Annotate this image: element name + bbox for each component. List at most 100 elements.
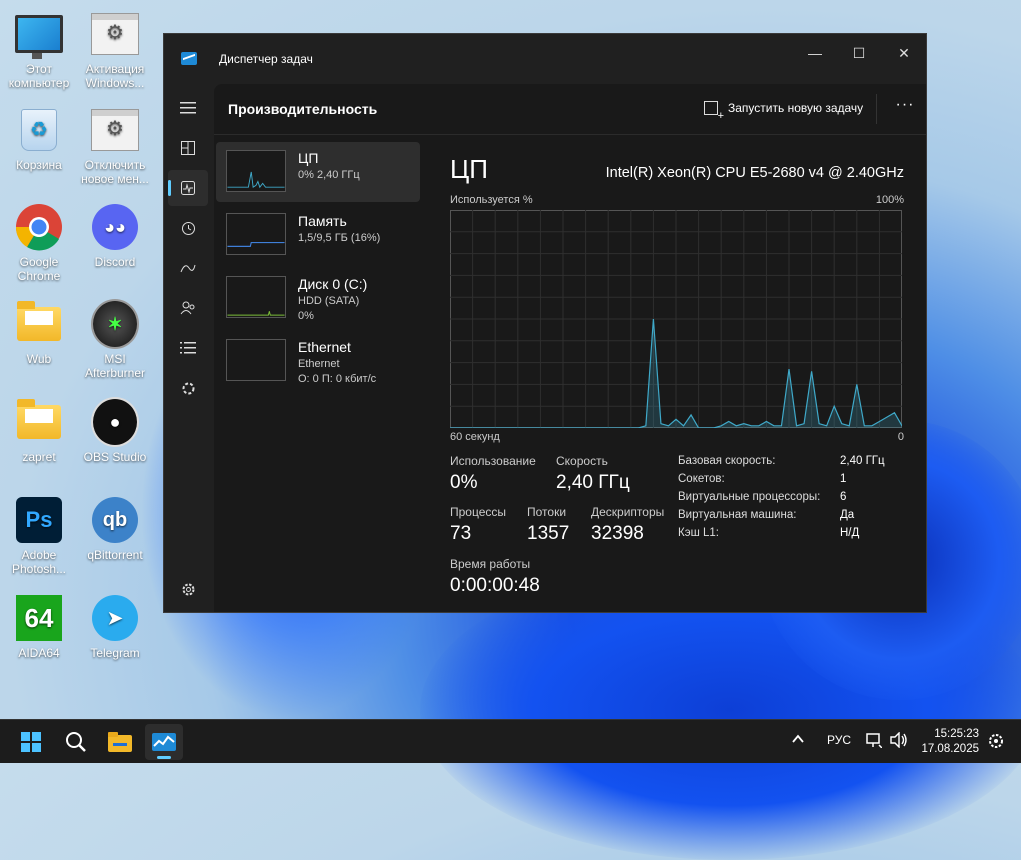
recycle-bin-icon: ♻ <box>15 106 63 154</box>
settings-app-icon: ⚙ <box>91 10 139 58</box>
desktop-icon-label: Telegram <box>90 646 140 660</box>
app-history-nav-icon[interactable] <box>168 210 208 246</box>
qbittorrent-icon: qb <box>91 496 139 544</box>
users-nav-icon[interactable] <box>168 290 208 326</box>
desktop-icon-settings-app[interactable]: ⚙ Активация Windows... <box>78 10 152 90</box>
details-nav-icon[interactable] <box>168 330 208 366</box>
settings-app-icon: ⚙ <box>91 106 139 154</box>
resource-name: ЦП <box>298 150 319 166</box>
search-button[interactable] <box>57 724 95 760</box>
resource-item[interactable]: Диск 0 (C:) HDD (SATA) 0% <box>216 268 420 328</box>
detail-value: 2,40 ГГц <box>840 455 885 467</box>
desktop-icon-photoshop[interactable]: Ps Adobe Photosh... <box>2 496 76 576</box>
handles-value: 32398 <box>591 523 644 544</box>
desktop-icon-telegram[interactable]: ➤ Telegram <box>78 594 152 660</box>
settings-gear-icon[interactable] <box>168 571 208 607</box>
detail-key: Виртуальные процессоры: <box>678 491 821 503</box>
desktop-icon-chrome[interactable]: Google Chrome <box>2 203 76 283</box>
network-icon[interactable] <box>866 732 883 751</box>
desktop-icon-label: Adobe Photosh... <box>11 548 67 576</box>
maximize-button[interactable]: ☐ <box>836 40 882 66</box>
startup-apps-nav-icon[interactable] <box>168 250 208 286</box>
nav-rail <box>164 84 212 612</box>
show-hidden-icons-button[interactable] <box>791 732 805 749</box>
resource-detail: О: 0 П: 0 кбит/с <box>298 373 377 385</box>
detail-key: Кэш L1: <box>678 527 719 539</box>
resource-detail: 0% 2,40 ГГц <box>298 169 360 181</box>
chrome-icon <box>15 203 63 251</box>
detail-key: Базовая скорость: <box>678 455 776 467</box>
title-bar[interactable]: Диспетчер задач — ☐ ✕ <box>164 34 926 84</box>
resource-item[interactable]: Память 1,5/9,5 ГБ (16%) <box>216 205 420 265</box>
msi-afterburner-icon: ✶ <box>91 299 139 349</box>
resource-list: ЦП 0% 2,40 ГГц Память 1,5/9,5 ГБ (16%) Диск … <box>214 139 420 394</box>
resource-item[interactable]: Ethernet Ethernet О: 0 П: 0 кбит/с <box>216 331 420 391</box>
desktop-icon-folder[interactable]: zapret <box>2 398 76 464</box>
detail-value: Да <box>840 509 855 521</box>
detail-key: Сокетов: <box>678 473 725 485</box>
detail-value: 1 <box>840 473 847 485</box>
desktop-icon-monitor[interactable]: Этот компьютер <box>2 10 76 90</box>
graph-ymax: 100% <box>875 194 904 206</box>
cpu-usage-graph <box>450 210 902 428</box>
content-area: Производительность Запустить новую задач… <box>214 84 926 612</box>
threads-value: 1357 <box>527 523 570 544</box>
run-new-task-button[interactable]: Запустить новую задачу <box>704 101 863 122</box>
resource-thumbnail-graph <box>226 213 286 255</box>
resource-detail: 0% <box>298 310 314 322</box>
uptime-value: 0:00:00:48 <box>450 575 540 596</box>
clock-date: 17.08.2025 <box>921 743 979 755</box>
desktop-icon-folder[interactable]: Wub <box>2 300 76 366</box>
volume-icon[interactable] <box>890 731 908 751</box>
language-indicator[interactable]: РУС <box>827 733 851 747</box>
notification-settings-icon[interactable] <box>987 732 1005 753</box>
desktop-icon-label: zapret <box>22 450 56 464</box>
start-button[interactable] <box>12 724 50 760</box>
task-manager-taskbar-button[interactable] <box>145 724 183 760</box>
folder-icon <box>15 398 63 446</box>
graph-xlabel: 60 секунд <box>450 431 500 443</box>
desktop-icon-label: Активация Windows... <box>85 62 145 90</box>
desktop-icon-discord[interactable]: ◕◕ Discord <box>78 203 152 269</box>
desktop-icon-label: Этот компьютер <box>8 62 70 90</box>
desktop-icon-label: Отключить новое мен... <box>81 158 149 186</box>
desktop-icon-label: Корзина <box>16 158 62 172</box>
page-title: Производительность <box>228 101 378 117</box>
file-explorer-icon <box>108 732 132 752</box>
performance-nav-icon[interactable] <box>168 170 208 206</box>
new-task-icon <box>704 101 724 122</box>
photoshop-icon: Ps <box>15 496 63 544</box>
processes-nav-icon[interactable] <box>168 130 208 166</box>
cpu-model: Intel(R) Xeon(R) CPU E5-2680 v4 @ 2.40GH… <box>605 165 904 181</box>
desktop-icon-settings-app[interactable]: ⚙ Отключить новое мен... <box>78 106 152 186</box>
more-options-button[interactable]: ··· <box>890 96 920 122</box>
folder-icon <box>15 300 63 348</box>
monitor-icon <box>15 10 63 59</box>
cpu-title: ЦП <box>450 154 488 184</box>
task-manager-app-icon <box>181 52 197 65</box>
services-nav-icon[interactable] <box>168 370 208 406</box>
clock[interactable]: 15:25:23 17.08.2025 <box>921 727 979 757</box>
desktop-icon-qbittorrent[interactable]: qb qBittorrent <box>78 496 152 562</box>
resource-name: Память <box>298 213 347 229</box>
desktop-icon-recycle-bin[interactable]: ♻ Корзина <box>2 106 76 172</box>
discord-icon: ◕◕ <box>91 203 139 251</box>
aida64-icon: 64 <box>15 594 63 642</box>
telegram-icon: ➤ <box>91 594 139 642</box>
resource-item[interactable]: ЦП 0% 2,40 ГГц <box>216 142 420 202</box>
close-button[interactable]: ✕ <box>881 40 927 66</box>
desktop-icon-obs[interactable]: ● OBS Studio <box>78 397 152 464</box>
detail-key: Виртуальная машина: <box>678 509 797 521</box>
hamburger-menu-icon[interactable] <box>168 90 208 126</box>
desktop-icon-label: OBS Studio <box>83 450 147 464</box>
resource-thumbnail-graph <box>226 150 286 192</box>
desktop-icon-label: MSI Afterburner <box>84 352 146 380</box>
speed-value: 2,40 ГГц <box>556 472 630 493</box>
desktop-icon-msi-afterburner[interactable]: ✶ MSI Afterburner <box>78 299 152 380</box>
resource-thumbnail-graph <box>226 276 286 318</box>
desktop-icon-aida64[interactable]: 64 AIDA64 <box>2 594 76 660</box>
detail-value: 6 <box>840 491 847 503</box>
minimize-button[interactable]: — <box>792 40 838 66</box>
threads-label: Потоки <box>527 505 567 519</box>
file-explorer-button[interactable] <box>101 724 139 760</box>
